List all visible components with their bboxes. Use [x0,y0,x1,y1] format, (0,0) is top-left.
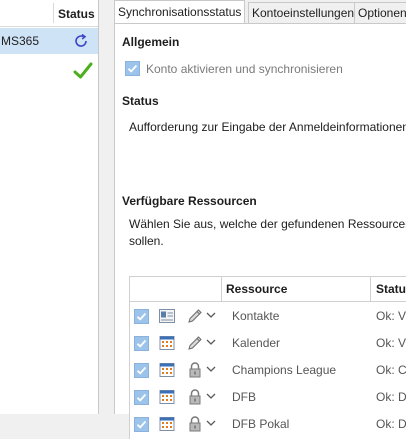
resource-row[interactable]: Champions League Ok: C [130,356,406,383]
column-separator[interactable] [370,277,371,301]
resource-status: Ok: V [376,309,406,323]
resource-name: DFB [232,390,256,404]
resource-checkbox[interactable] [134,363,149,378]
chevron-down-icon[interactable] [206,338,216,346]
checkmark-icon [136,312,147,321]
resource-row[interactable]: DFB Pokal Ok: D [130,410,406,437]
resource-checkbox[interactable] [134,336,149,351]
enable-account-label: Konto aktivieren und synchronisieren [146,62,343,76]
resources-table: Ressource Status Kontakte Ok: V Kalender Ok… [129,276,406,439]
column-separator[interactable] [53,3,54,23]
account-row[interactable]: MS365 [0,28,98,54]
column-separator[interactable] [221,277,222,301]
resource-status: Ok: V [376,336,406,350]
chevron-down-icon[interactable] [206,392,216,400]
tab-synchronisationsstatus[interactable]: Synchronisationsstatus [114,0,246,24]
resources-heading: Verfügbare Ressourcen [122,194,257,208]
lock-icon[interactable] [186,361,204,379]
resource-status: Ok: C [376,363,406,377]
accounts-header: Status [0,0,98,27]
resource-status: Ok: D [376,390,406,404]
checkmark-icon [127,64,138,73]
column-header-status[interactable]: Status [58,7,95,21]
tab-page-synchronisationsstatus: Allgemein Konto aktivieren und synchroni… [114,24,406,439]
resources-description-line2: sollen. [129,234,164,248]
status-heading: Status [122,94,159,108]
checkmark-icon [136,339,147,348]
resource-name: Kalender [232,336,281,350]
checkmark-icon [136,393,147,402]
resources-table-header: Ressource Status [130,277,406,302]
general-heading: Allgemein [122,35,180,49]
tab-strip: Synchronisationsstatus Kontoeinstellunge… [114,0,406,24]
status-text: Aufforderung zur Eingabe der Anmeldeinfo… [129,120,406,134]
lock-icon[interactable] [186,415,204,433]
checkmark-icon [136,420,147,429]
tab-optionen[interactable]: Optionen [354,2,406,23]
chevron-down-icon[interactable] [206,419,216,427]
chevron-down-icon[interactable] [206,365,216,373]
calendar-icon [158,361,176,379]
calendar-icon [158,415,176,433]
column-header-resource[interactable]: Ressource [226,282,287,296]
calendar-icon [158,388,176,406]
calendar-icon [158,334,176,352]
resource-name: Champions League [232,363,337,377]
pencil-icon[interactable] [186,307,204,325]
resource-row[interactable]: DFB Ok: D [130,383,406,410]
lock-icon[interactable] [186,388,204,406]
account-settings-panel: Synchronisationsstatus Kontoeinstellunge… [100,0,406,439]
contacts-icon [158,307,176,325]
sync-icon [75,33,87,47]
account-name: MS365 [1,34,40,48]
resource-name: DFB Pokal [232,417,290,431]
chevron-down-icon[interactable] [206,311,216,319]
resource-name: Kontakte [232,309,280,323]
success-check-icon [73,62,93,79]
accounts-panel: Status MS365 [0,0,99,414]
column-header-status[interactable]: Status [376,282,406,296]
pencil-icon[interactable] [186,334,204,352]
resource-checkbox[interactable] [134,309,149,324]
enable-account-checkbox[interactable] [125,61,140,76]
resource-checkbox[interactable] [134,390,149,405]
checkmark-icon [136,366,147,375]
resource-status: Ok: D [376,417,406,431]
resource-row[interactable]: Kalender Ok: V [130,329,406,356]
resource-checkbox[interactable] [134,417,149,432]
resources-description-line1: Wählen Sie aus, welche der gefundenen Re… [129,217,406,231]
tab-kontoeinstellungen[interactable]: Kontoeinstellungen [248,2,359,23]
resource-row[interactable]: Kontakte Ok: V [130,302,406,329]
